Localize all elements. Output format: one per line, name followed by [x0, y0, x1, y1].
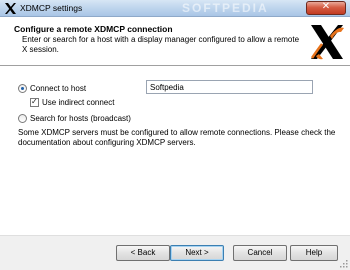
host-input[interactable] — [146, 80, 313, 94]
connect-to-host-label[interactable]: Connect to host — [30, 84, 86, 93]
use-indirect-checkbox[interactable]: ✓ — [30, 97, 39, 107]
next-button[interactable]: Next > — [170, 245, 224, 261]
use-indirect-label[interactable]: Use indirect connect — [42, 98, 114, 107]
cancel-button[interactable]: Cancel — [233, 245, 287, 261]
search-hosts-radio[interactable] — [18, 114, 27, 123]
page-title: Configure a remote XDMCP connection — [14, 24, 173, 34]
help-button[interactable]: Help — [290, 245, 338, 261]
x-logo-icon — [5, 3, 16, 14]
page-description: Enter or search for a host with a displa… — [22, 35, 300, 54]
x-logo-icon — [310, 25, 344, 60]
resize-grip-icon[interactable] — [340, 260, 348, 268]
info-note: Some XDMCP servers must be configured to… — [18, 128, 336, 147]
watermark: SOFTPEDIA — [182, 1, 269, 15]
window-title: XDMCP settings — [20, 3, 83, 13]
connect-to-host-radio[interactable] — [18, 84, 27, 93]
close-icon: ✕ — [321, 1, 331, 12]
wizard-header: Configure a remote XDMCP connection Ente… — [0, 18, 350, 66]
search-hosts-label[interactable]: Search for hosts (broadcast) — [30, 114, 131, 123]
close-button[interactable]: ✕ — [306, 1, 346, 15]
checkmark-icon: ✓ — [31, 97, 38, 106]
back-button[interactable]: < Back — [116, 245, 170, 261]
title-bar: XDMCP settings SOFTPEDIA ✕ — [0, 0, 350, 17]
